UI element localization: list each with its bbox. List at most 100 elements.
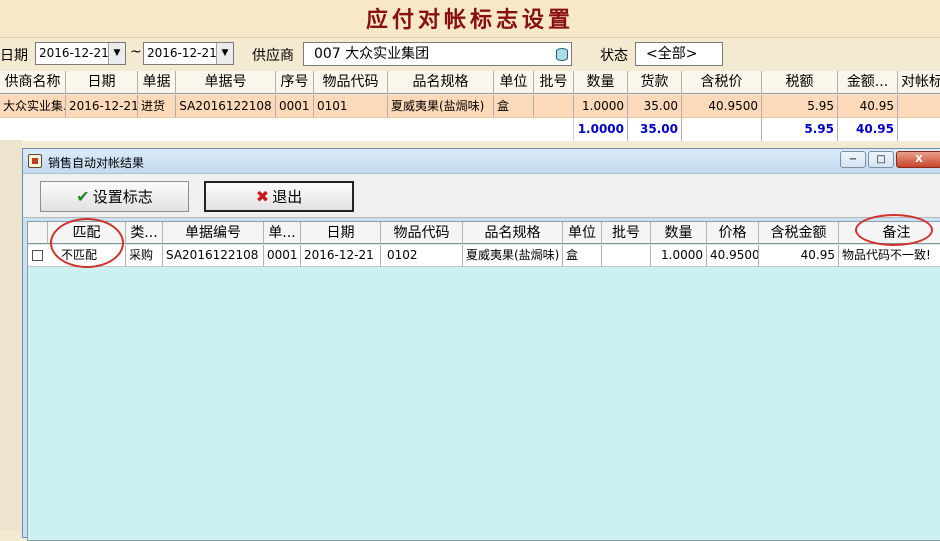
col-type[interactable]: 类... <box>126 222 163 244</box>
cell-item-code: 0101 <box>314 95 388 118</box>
main-table-header: 供商名称 日期 单据 单据号 序号 物品代码 品名规格 单位 批号 数量 货款 … <box>0 71 940 94</box>
chevron-down-icon[interactable]: ▼ <box>108 43 125 64</box>
maximize-icon[interactable]: □ <box>868 151 894 168</box>
filter-bar: 日期 2016-12-21 ▼ ~ 2016-12-21 ▼ 供应商 007 大… <box>0 40 940 70</box>
cell-seq: 0001 <box>276 95 314 118</box>
supplier-field[interactable]: 007 大众实业集团 <box>303 42 572 66</box>
cell-doc-seq: 0001 <box>264 245 301 267</box>
minimize-icon[interactable]: − <box>840 151 866 168</box>
col-quantity[interactable]: 数量 <box>574 71 628 94</box>
app-title: 应付对帐标志设置 <box>0 0 940 38</box>
col-batch[interactable]: 批号 <box>534 71 574 94</box>
cell-doc-number: SA2016122108 <box>163 245 264 267</box>
col-price[interactable]: 价格 <box>707 222 759 244</box>
result-grid-header: 匹配 类... 单据编号 单... 日期 物品代码 品名规格 单位 批号 数量 … <box>28 222 940 244</box>
col-unit[interactable]: 单位 <box>494 71 534 94</box>
status-label: 状态 <box>600 48 628 64</box>
row-checkbox[interactable] <box>32 250 43 261</box>
close-icon[interactable]: X <box>896 151 940 168</box>
cell-quantity: 1.0000 <box>574 95 628 118</box>
cell-amount: 35.00 <box>628 95 682 118</box>
col-tax-price[interactable]: 含税价 <box>682 71 762 94</box>
col-date[interactable]: 日期 <box>301 222 381 244</box>
set-flag-button[interactable]: ✔ 设置标志 <box>40 181 189 212</box>
cell-item-spec: 夏威夷果(盐焗味) <box>388 95 494 118</box>
supplier-label: 供应商 <box>252 48 294 64</box>
exit-label: 退出 <box>272 188 303 206</box>
table-row[interactable]: 大众实业集... 2016-12-21 进货 SA2016122108 0001… <box>0 95 940 118</box>
cell-price: 40.9500 <box>707 245 759 267</box>
date-range-tilde: ~ <box>130 44 142 60</box>
cell-quantity: 1.0000 <box>651 245 707 267</box>
dialog-toolbar: ✔ 设置标志 ✖ 退出 <box>23 174 940 218</box>
set-flag-label: 设置标志 <box>92 188 153 206</box>
background-strip <box>0 140 22 530</box>
date-from-value: 2016-12-21 <box>39 46 109 60</box>
table-row[interactable]: 不匹配 采购 SA2016122108 0001 2016-12-21 0102… <box>28 245 940 267</box>
col-unit[interactable]: 单位 <box>563 222 602 244</box>
col-match[interactable]: 匹配 <box>48 222 126 244</box>
col-item-spec[interactable]: 品名规格 <box>463 222 563 244</box>
exit-button[interactable]: ✖ 退出 <box>204 181 354 212</box>
supplier-value: 007 大众实业集团 <box>314 46 430 62</box>
cell-match: 不匹配 <box>48 245 126 267</box>
dialog-titlebar[interactable]: 销售自动对帐结果 − □ X <box>23 149 940 174</box>
result-grid: 匹配 类... 单据编号 单... 日期 物品代码 品名规格 单位 批号 数量 … <box>27 221 940 541</box>
date-to-select[interactable]: 2016-12-21 ▼ <box>143 42 234 65</box>
date-label: 日期 <box>0 48 28 64</box>
cell-doc-type: 进货 <box>138 95 176 118</box>
col-item-code[interactable]: 物品代码 <box>314 71 388 94</box>
database-lookup-icon[interactable] <box>556 48 568 61</box>
cell-tax-amount: 40.95 <box>759 245 839 267</box>
cell-supplier-name: 大众实业集... <box>0 95 66 118</box>
dialog-title: 销售自动对帐结果 <box>48 156 145 170</box>
total-tax-price-empty <box>682 118 762 141</box>
col-item-code[interactable]: 物品代码 <box>381 222 463 244</box>
cell-date: 2016-12-21 <box>301 245 381 267</box>
cell-tax-price: 40.9500 <box>682 95 762 118</box>
col-total[interactable]: 金额... <box>838 71 898 94</box>
col-quantity[interactable]: 数量 <box>651 222 707 244</box>
app-icon <box>28 154 42 168</box>
total-tax: 5.95 <box>762 118 838 141</box>
col-tax[interactable]: 税额 <box>762 71 838 94</box>
col-row-indicator <box>28 222 48 244</box>
cell-doc-number: SA2016122108 <box>176 95 276 118</box>
col-reconcile-flag[interactable]: 对帐标 <box>898 71 940 94</box>
totals-row: 1.0000 35.00 5.95 40.95 <box>0 118 940 141</box>
col-date[interactable]: 日期 <box>66 71 138 94</box>
col-amount[interactable]: 货款 <box>628 71 682 94</box>
cell-remarks: 物品代码不一致! <box>839 245 940 267</box>
cell-date: 2016-12-21 <box>66 95 138 118</box>
col-item-spec[interactable]: 品名规格 <box>388 71 494 94</box>
date-from-select[interactable]: 2016-12-21 ▼ <box>35 42 126 65</box>
row-checkbox-cell <box>28 245 48 267</box>
col-seq[interactable]: 序号 <box>276 71 314 94</box>
cell-item-spec: 夏威夷果(盐焗味) <box>463 245 563 267</box>
status-select[interactable]: <全部> <box>635 42 723 66</box>
reconcile-result-dialog: 销售自动对帐结果 − □ X ✔ 设置标志 ✖ 退出 匹配 类... 单据编号 单.… <box>22 148 940 541</box>
checkmark-icon: ✔ <box>76 187 90 206</box>
col-doc-seq[interactable]: 单... <box>264 222 301 244</box>
cell-total: 40.95 <box>838 95 898 118</box>
x-mark-icon: ✖ <box>255 187 270 206</box>
col-batch[interactable]: 批号 <box>602 222 651 244</box>
cell-item-code: 0102 <box>381 245 463 267</box>
totals-spacer <box>0 118 574 141</box>
cell-unit: 盒 <box>494 95 534 118</box>
cell-type: 采购 <box>126 245 163 267</box>
cell-unit: 盒 <box>563 245 602 267</box>
col-doc-number[interactable]: 单据编号 <box>163 222 264 244</box>
chevron-down-icon[interactable]: ▼ <box>216 43 233 64</box>
cell-tax: 5.95 <box>762 95 838 118</box>
cell-reconcile-flag <box>898 95 940 118</box>
col-doc-type[interactable]: 单据 <box>138 71 176 94</box>
col-remarks[interactable]: 备注 <box>839 222 940 244</box>
col-tax-amount[interactable]: 含税金额 <box>759 222 839 244</box>
col-supplier-name[interactable]: 供商名称 <box>0 71 66 94</box>
date-to-value: 2016-12-21 <box>147 46 217 60</box>
total-quantity: 1.0000 <box>574 118 628 141</box>
total-amount: 35.00 <box>628 118 682 141</box>
status-value: <全部> <box>646 46 698 62</box>
col-doc-number[interactable]: 单据号 <box>176 71 276 94</box>
